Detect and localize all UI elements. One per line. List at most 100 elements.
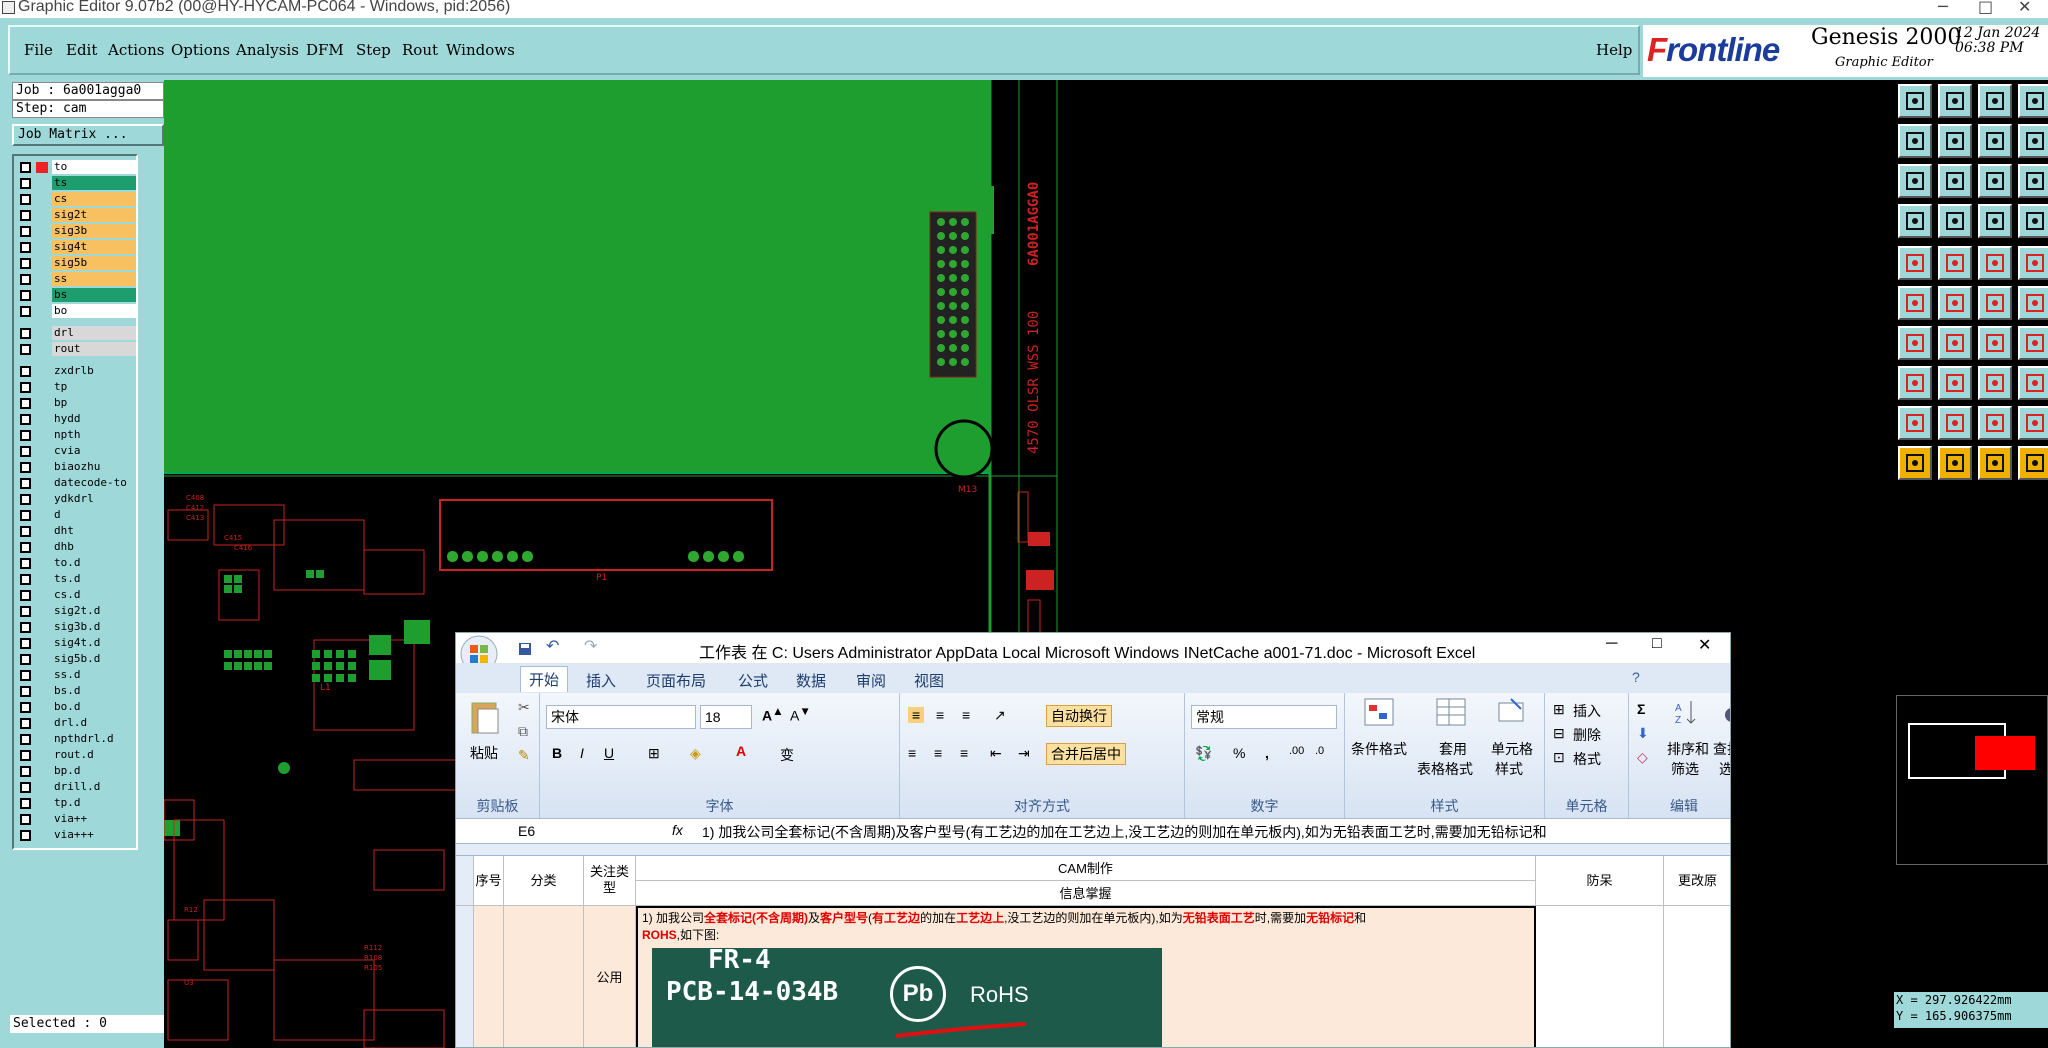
- layer-checkbox[interactable]: [20, 606, 31, 617]
- layer-name[interactable]: drl.d: [52, 716, 136, 730]
- line-icon[interactable]: [1978, 246, 2012, 280]
- cell-prevent[interactable]: [1536, 906, 1664, 1047]
- decrease-decimal-icon[interactable]: .0: [1315, 745, 1324, 757]
- find-select-label-2[interactable]: 选择: [1719, 759, 1730, 779]
- underline-button[interactable]: U: [604, 745, 614, 761]
- select-move-icon[interactable]: [2018, 446, 2048, 480]
- cell-seq[interactable]: [474, 906, 504, 1047]
- layer-row[interactable]: bs: [16, 288, 136, 302]
- layer-checkbox[interactable]: [20, 830, 31, 841]
- layer-checkbox[interactable]: [20, 718, 31, 729]
- increase-indent-icon[interactable]: ⇥: [1018, 745, 1030, 762]
- layer-name[interactable]: via+++: [52, 828, 136, 842]
- layer-row[interactable]: dht: [16, 524, 136, 538]
- menu-rout[interactable]: Rout: [402, 41, 438, 59]
- align-middle-icon[interactable]: ≡: [936, 707, 944, 723]
- layer-row[interactable]: sig5b.d: [16, 652, 136, 666]
- triangle-icon[interactable]: [1898, 406, 1932, 440]
- comma-button[interactable]: ,: [1265, 745, 1269, 761]
- window-icon[interactable]: [2018, 84, 2048, 118]
- cell-styles-label-2[interactable]: 样式: [1495, 759, 1523, 779]
- layers-icon[interactable]: [1898, 204, 1932, 238]
- layer-name[interactable]: npthdrl.d: [52, 732, 136, 746]
- layer-checkbox[interactable]: [20, 558, 31, 569]
- format-painter-icon[interactable]: ✎: [518, 747, 530, 764]
- triangle-b-icon[interactable]: [1978, 406, 2012, 440]
- layer-row[interactable]: bp: [16, 396, 136, 410]
- layer-name[interactable]: bs.d: [52, 684, 136, 698]
- layer-checkbox[interactable]: [20, 702, 31, 713]
- layer-row[interactable]: rout: [16, 342, 136, 356]
- layer-row[interactable]: drl: [16, 326, 136, 340]
- layer-name[interactable]: via++: [52, 812, 136, 826]
- layer-name[interactable]: ss: [52, 272, 136, 286]
- font-name-select[interactable]: 宋体: [546, 705, 696, 729]
- decrease-indent-icon[interactable]: ⇤: [990, 745, 1002, 762]
- fit-icon[interactable]: [1898, 164, 1932, 198]
- tab-page-layout[interactable]: 页面布局: [638, 668, 714, 693]
- layer-row[interactable]: cvia: [16, 444, 136, 458]
- layer-checkbox[interactable]: [20, 382, 31, 393]
- minus-icon[interactable]: [1938, 366, 1972, 400]
- layer-row[interactable]: ydkdrl: [16, 492, 136, 506]
- layer-checkbox[interactable]: [20, 290, 31, 301]
- layer-checkbox[interactable]: [20, 750, 31, 761]
- layer-checkbox[interactable]: [20, 782, 31, 793]
- align-bottom-icon[interactable]: ≡: [962, 707, 970, 723]
- delete-cells-icon[interactable]: ⊟: [1553, 725, 1565, 742]
- layer-name[interactable]: sig2t: [52, 208, 136, 222]
- layer-row[interactable]: d: [16, 508, 136, 522]
- layer-row[interactable]: bo: [16, 304, 136, 318]
- excel-maximize-button[interactable]: □: [1652, 635, 1662, 653]
- currency-icon[interactable]: 💱: [1195, 745, 1212, 762]
- layer-row[interactable]: biaozhu: [16, 460, 136, 474]
- box-icon[interactable]: [1978, 366, 2012, 400]
- layer-name[interactable]: cvia: [52, 444, 136, 458]
- connect-icon[interactable]: [1898, 286, 1932, 320]
- layer-row[interactable]: to.d: [16, 556, 136, 570]
- layer-checkbox[interactable]: [20, 210, 31, 221]
- cell-e6[interactable]: 1) 加我公司全套标记(不含周期)及客户型号(有工艺边的加在工艺边上,没工艺边的…: [636, 906, 1536, 1047]
- tab-insert[interactable]: 插入: [578, 668, 624, 693]
- layer-checkbox[interactable]: [20, 194, 31, 205]
- layer-checkbox[interactable]: [20, 446, 31, 457]
- layer-name[interactable]: bo: [52, 304, 136, 318]
- grow-font-icon[interactable]: A▲: [762, 705, 784, 724]
- layer-checkbox[interactable]: [20, 686, 31, 697]
- cut-icon[interactable]: ✂: [518, 699, 530, 716]
- minimize-button[interactable]: ─: [1938, 0, 1948, 16]
- layer-checkbox[interactable]: [20, 462, 31, 473]
- layer-checkbox[interactable]: [20, 526, 31, 537]
- tab-data[interactable]: 数据: [788, 668, 834, 693]
- delete-cells-button[interactable]: 删除: [1573, 725, 1601, 745]
- menu-options[interactable]: Options: [171, 41, 230, 59]
- layer-row[interactable]: ts.d: [16, 572, 136, 586]
- layer-name[interactable]: bo.d: [52, 700, 136, 714]
- open-icon[interactable]: [1898, 84, 1932, 118]
- find-select-label-1[interactable]: 查找和: [1713, 739, 1730, 759]
- layer-name[interactable]: bs: [52, 288, 136, 302]
- undo-icon[interactable]: ↶: [546, 636, 559, 656]
- scale-icon[interactable]: [1978, 164, 2012, 198]
- slash-icon[interactable]: [1938, 326, 1972, 360]
- square-icon[interactable]: [2018, 246, 2048, 280]
- box-blue-icon[interactable]: [2018, 366, 2048, 400]
- node-icon[interactable]: [2018, 286, 2048, 320]
- close-button[interactable]: ✕: [2018, 0, 2031, 16]
- layer-checkbox[interactable]: [20, 306, 31, 317]
- layer-checkbox[interactable]: [20, 542, 31, 553]
- layer-name[interactable]: sig4t: [52, 240, 136, 254]
- triangle-a-icon[interactable]: [1938, 406, 1972, 440]
- font-color-icon[interactable]: A: [736, 743, 746, 759]
- triangle-c-icon[interactable]: [2018, 406, 2048, 440]
- border-icon[interactable]: ⊞: [648, 745, 660, 762]
- layer-name[interactable]: d: [52, 508, 136, 522]
- align-left-icon[interactable]: ≡: [908, 745, 916, 761]
- layer-name[interactable]: sig5b: [52, 256, 136, 270]
- grid-icon[interactable]: [1938, 204, 1972, 238]
- layer-checkbox[interactable]: [20, 798, 31, 809]
- clear-icon[interactable]: ◇: [1637, 749, 1648, 766]
- layer-name[interactable]: hydd: [52, 412, 136, 426]
- layer-name[interactable]: datecode-to: [52, 476, 136, 490]
- shrink-font-icon[interactable]: A▼: [790, 705, 811, 724]
